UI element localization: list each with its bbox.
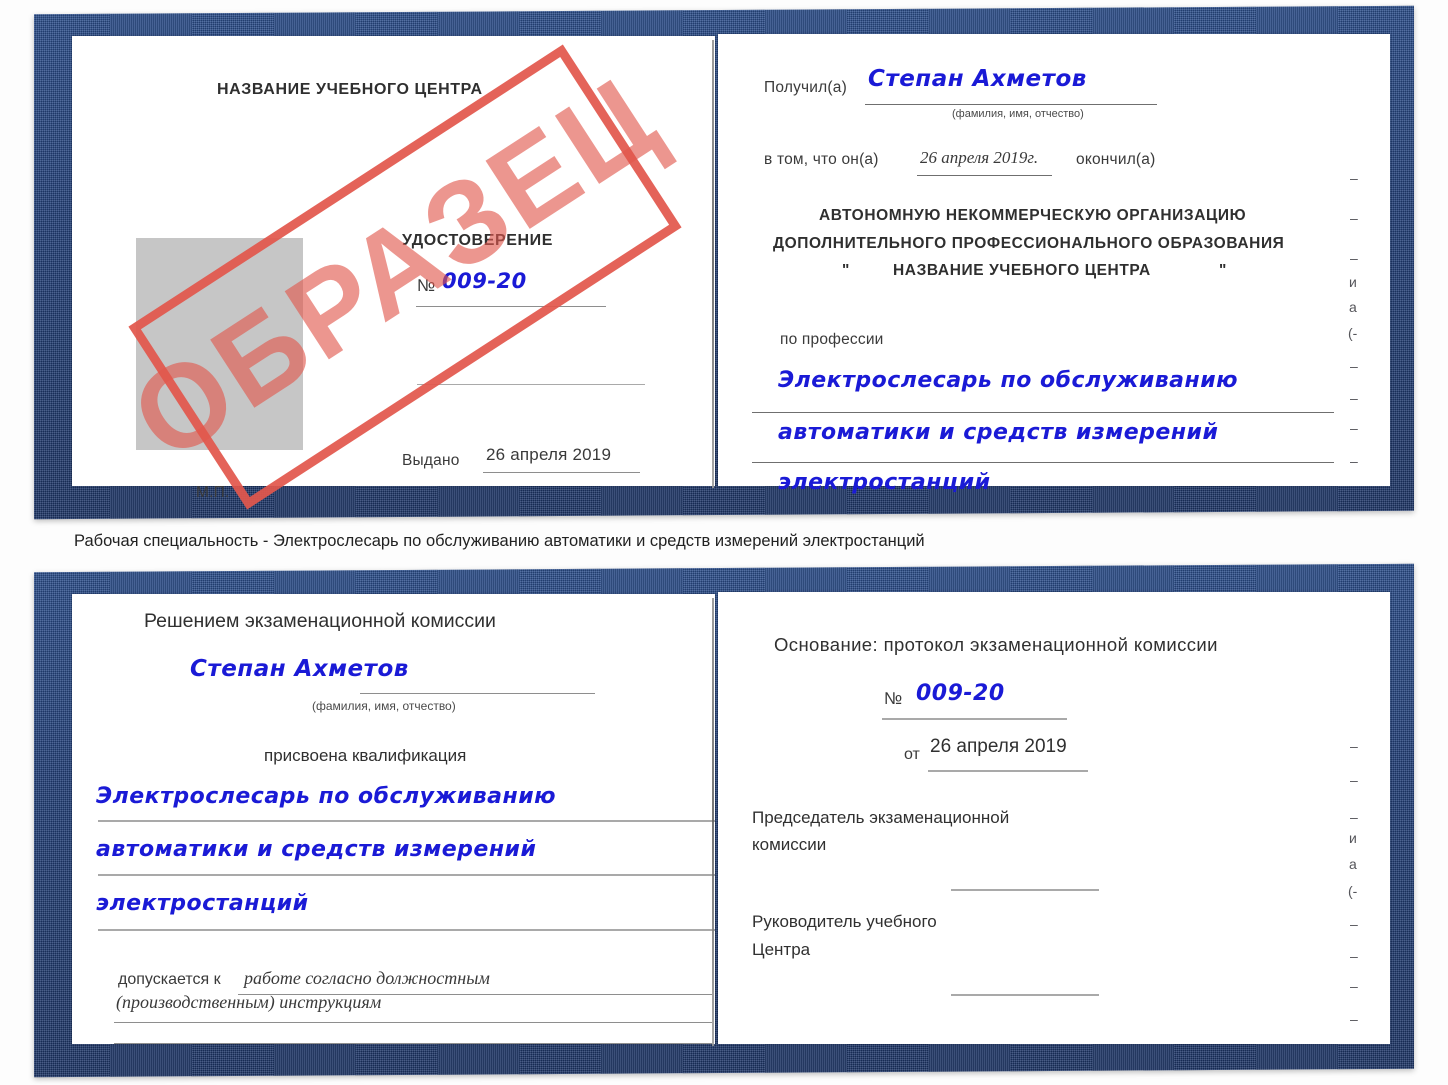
organization-quote-close: " (1219, 262, 1227, 279)
chairman-signature-rule (951, 889, 1099, 891)
organization-quote-open: " (842, 262, 850, 279)
received-name-rule (865, 104, 1157, 105)
admitted-rule-3 (114, 1043, 712, 1044)
issued-label: Выдано (402, 452, 460, 469)
protocol-number-rule (882, 718, 1067, 720)
qualification-rule-3 (98, 929, 715, 931)
certificate-number-rule (416, 306, 606, 307)
basis-label: Основание: протокол экзаменационной коми… (774, 634, 1218, 655)
back-book-spine (712, 598, 714, 1046)
image-caption: Рабочая специальность - Электрослесарь п… (74, 532, 925, 550)
qualification-label: присвоена квалификация (264, 746, 467, 765)
front-right-page: Получил(а) Степан Ахметов (фамилия, имя,… (718, 34, 1390, 495)
admitted-line-1: работе согласно должностным (244, 968, 490, 988)
organization-line-3: НАЗВАНИЕ УЧЕБНОГО ЦЕНТРА (893, 262, 1151, 279)
protocol-number-value: 009-20 (916, 681, 1005, 706)
qualification-line-1: Электрослесарь по обслуживанию (96, 784, 557, 809)
admitted-rule-2 (114, 1022, 712, 1023)
issued-date-value: 26 апреля 2019 (486, 445, 612, 464)
qualification-line-2: автоматики и средств измерений (96, 837, 537, 862)
seal-place-label: М.П. (196, 484, 230, 501)
protocol-number-label: № (884, 689, 903, 708)
head-line-2: Центра (752, 940, 811, 959)
protocol-date-value: 26 апреля 2019 (930, 736, 1067, 757)
blank-rule-1 (417, 384, 645, 385)
chairman-line-1: Председатель экзаменационной (752, 808, 1010, 827)
back-name-rule (360, 693, 595, 694)
admitted-label: допускается к (118, 971, 221, 988)
organization-line-1: АВТОНОМНУЮ НЕКОММЕРЧЕСКУЮ ОРГАНИЗАЦИЮ (819, 207, 1247, 224)
issued-date-rule (483, 472, 640, 473)
in-that-label: в том, что он(а) (764, 151, 879, 168)
certificate-back-book: Решением экзаменационной комиссии Степан… (34, 563, 1414, 1078)
profession-rule-1 (752, 412, 1334, 413)
certificate-number-label: № (417, 276, 436, 295)
profession-label: по профессии (780, 331, 884, 348)
front-book-spine (712, 40, 714, 488)
protocol-date-label: от (904, 746, 920, 763)
admitted-line-2: (производственным) инструкциям (116, 992, 382, 1012)
profession-line-3: электростанций (778, 470, 991, 495)
profession-line-2: автоматики и средств измерений (778, 420, 1219, 445)
received-name-value: Степан Ахметов (868, 66, 1087, 92)
back-left-page: Решением экзаменационной комиссии Степан… (72, 594, 715, 1044)
completion-date-value: 26 апреля 2019г. (920, 148, 1039, 167)
back-name-hint: (фамилия, имя, отчество) (312, 699, 456, 713)
front-left-page: НАЗВАНИЕ УЧЕБНОГО ЦЕНТРА УДОСТОВЕРЕНИЕ №… (72, 36, 715, 501)
back-right-page: Основание: протокол экзаменационной коми… (718, 592, 1390, 1044)
head-line-1: Руководитель учебного (752, 912, 937, 931)
profession-line-1: Электрослесарь по обслуживанию (778, 368, 1239, 393)
training-center-name-front: НАЗВАНИЕ УЧЕБНОГО ЦЕНТРА (217, 81, 483, 98)
head-signature-rule (951, 994, 1099, 996)
profession-rule-2 (752, 462, 1334, 463)
photo-placeholder (136, 238, 303, 450)
certificate-number-value: 009-20 (442, 269, 527, 293)
commission-decision-heading: Решением экзаменационной комиссии (144, 610, 496, 632)
received-label: Получил(а) (764, 79, 847, 96)
completion-date-rule (917, 175, 1052, 176)
chairman-line-2: комиссии (752, 835, 827, 854)
back-name-value: Степан Ахметов (190, 656, 409, 682)
qualification-rule-2 (98, 874, 715, 876)
protocol-date-rule (928, 770, 1088, 772)
qualification-line-3: электростанций (96, 891, 309, 916)
qualification-rule-1 (98, 820, 715, 822)
document-type-label: УДОСТОВЕРЕНИЕ (402, 232, 554, 249)
finished-label: окончил(а) (1076, 151, 1156, 168)
received-name-hint: (фамилия, имя, отчество) (952, 108, 1084, 120)
organization-line-2: ДОПОЛНИТЕЛЬНОГО ПРОФЕССИОНАЛЬНОГО ОБРАЗО… (773, 235, 1285, 252)
certificate-front-book: НАЗВАНИЕ УЧЕБНОГО ЦЕНТРА УДОСТОВЕРЕНИЕ №… (34, 5, 1414, 520)
